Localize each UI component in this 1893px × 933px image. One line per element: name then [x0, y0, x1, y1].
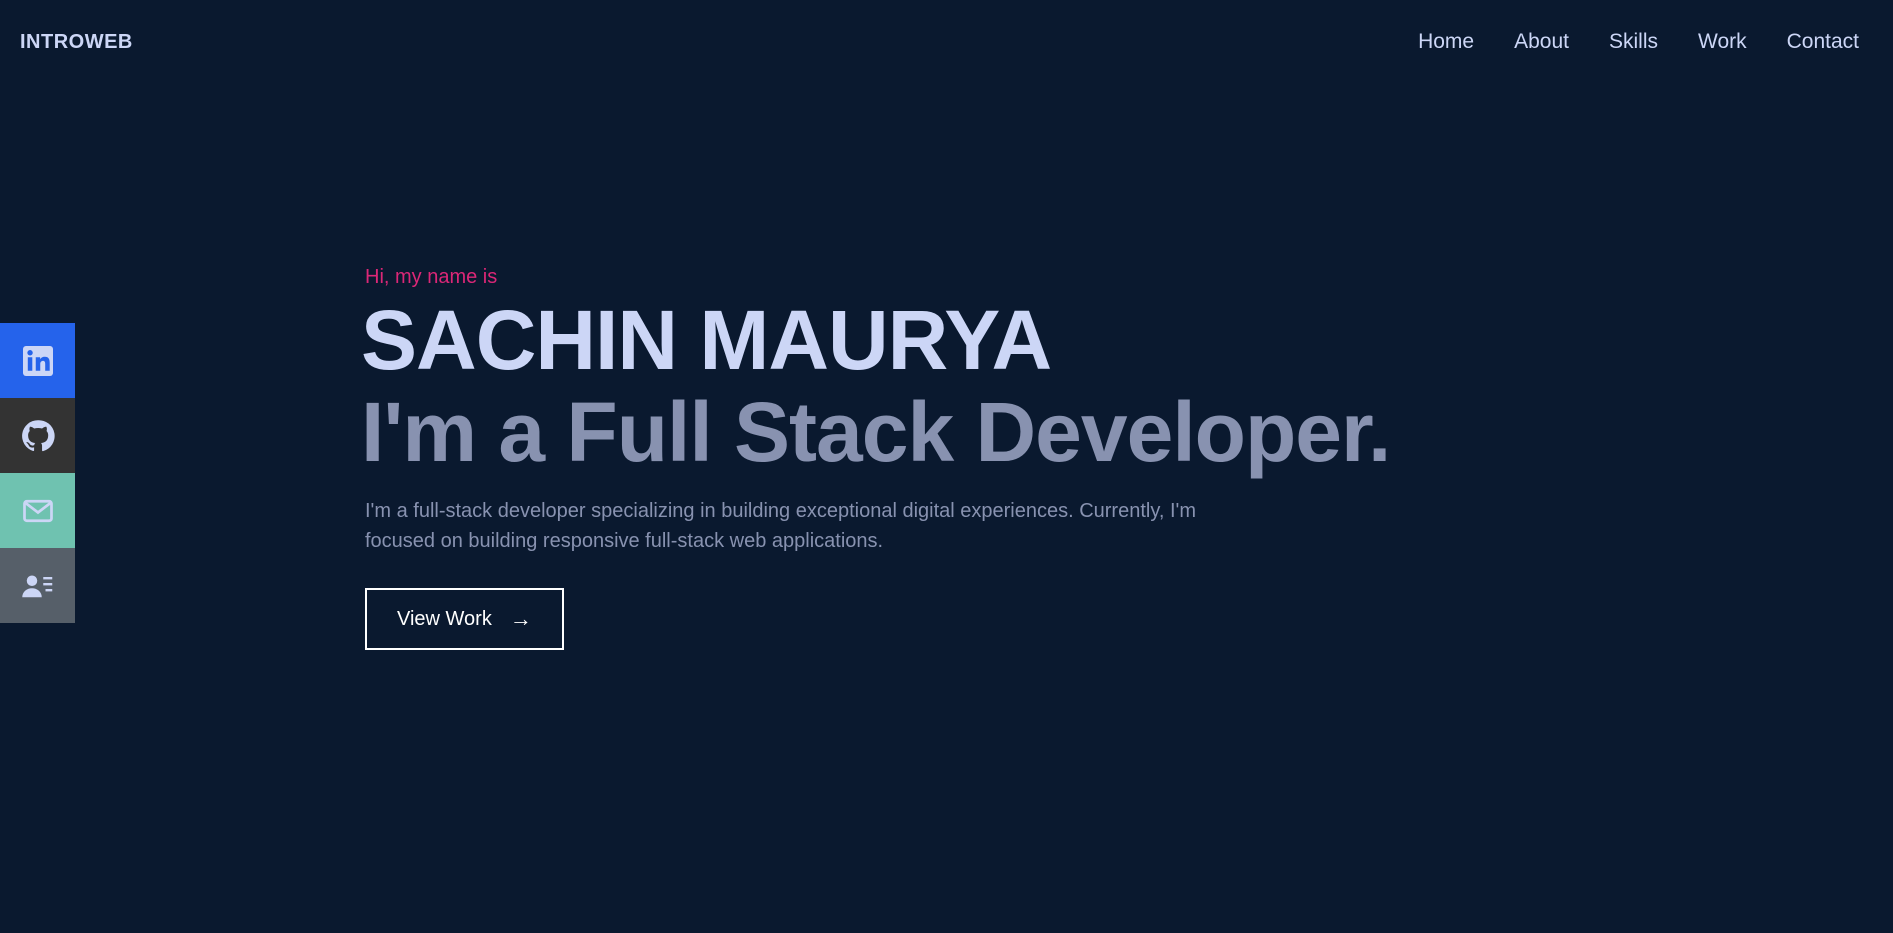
nav-link-home[interactable]: Home: [1418, 30, 1474, 54]
email-link[interactable]: [0, 473, 75, 548]
hero-section: Hi, my name is SACHIN MAURYA I'm a Full …: [361, 262, 1565, 650]
main-nav: Home About Skills Work Contact: [1418, 30, 1859, 54]
hero-tagline: I'm a Full Stack Developer.: [361, 385, 1391, 479]
site-header: INTROWEB Home About Skills Work Contact: [0, 0, 1893, 86]
nav-link-skills[interactable]: Skills: [1609, 30, 1658, 54]
site-logo[interactable]: INTROWEB: [20, 31, 133, 54]
hero-description: I'm a full-stack developer specializing …: [365, 500, 1197, 552]
resume-link[interactable]: [0, 548, 75, 623]
linkedin-icon: [22, 345, 53, 376]
view-work-button[interactable]: View Work →: [365, 588, 564, 650]
greeting-text: Hi, my name is: [365, 266, 498, 288]
view-work-label: View Work: [397, 607, 492, 630]
nav-link-work[interactable]: Work: [1698, 30, 1747, 54]
nav-link-contact[interactable]: Contact: [1787, 30, 1859, 54]
arrow-right-icon: →: [509, 606, 532, 631]
mail-icon: [22, 499, 53, 522]
page: INTROWEB Home About Skills Work Contact: [0, 0, 1893, 933]
social-sidebar: [0, 323, 75, 623]
linkedin-link[interactable]: [0, 323, 75, 398]
hero-name: SACHIN MAURYA: [361, 293, 1052, 387]
contact-card-icon: [21, 575, 52, 597]
github-icon: [21, 419, 55, 451]
github-link[interactable]: [0, 398, 75, 473]
nav-link-about[interactable]: About: [1514, 30, 1569, 54]
